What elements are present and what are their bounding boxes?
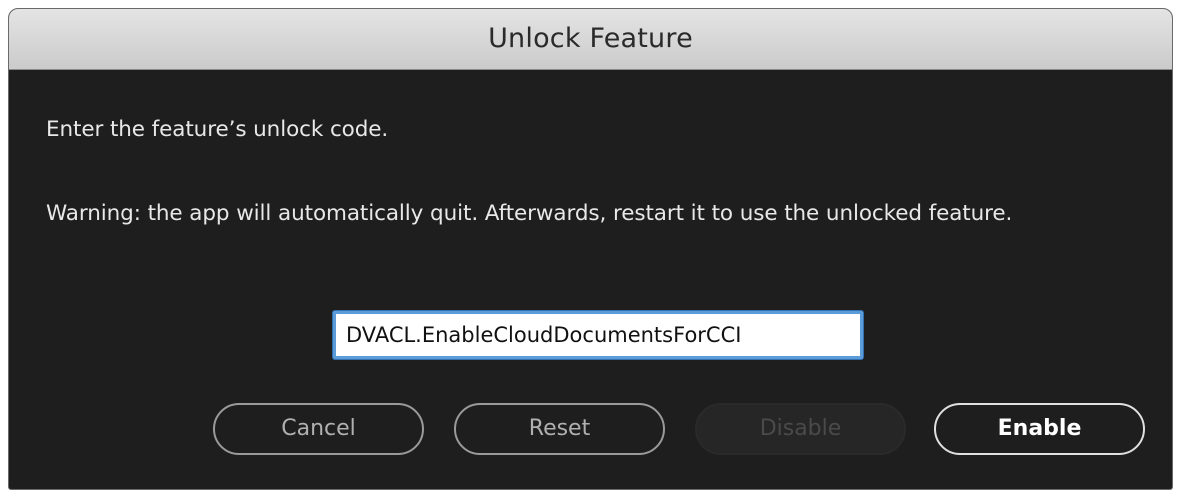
unlock-code-input[interactable] [333,311,863,359]
reset-button[interactable]: Reset [454,403,665,455]
disable-button: Disable [695,403,906,455]
dialog-titlebar[interactable]: Unlock Feature [9,9,1172,70]
enable-button[interactable]: Enable [934,403,1145,455]
unlock-feature-dialog: Unlock Feature Enter the feature’s unloc… [8,8,1173,490]
dialog-title: Unlock Feature [488,23,693,54]
cancel-button[interactable]: Cancel [213,403,424,455]
instruction-text: Enter the feature’s unlock code. [46,117,389,142]
warning-text: Warning: the app will automatically quit… [46,201,1013,226]
